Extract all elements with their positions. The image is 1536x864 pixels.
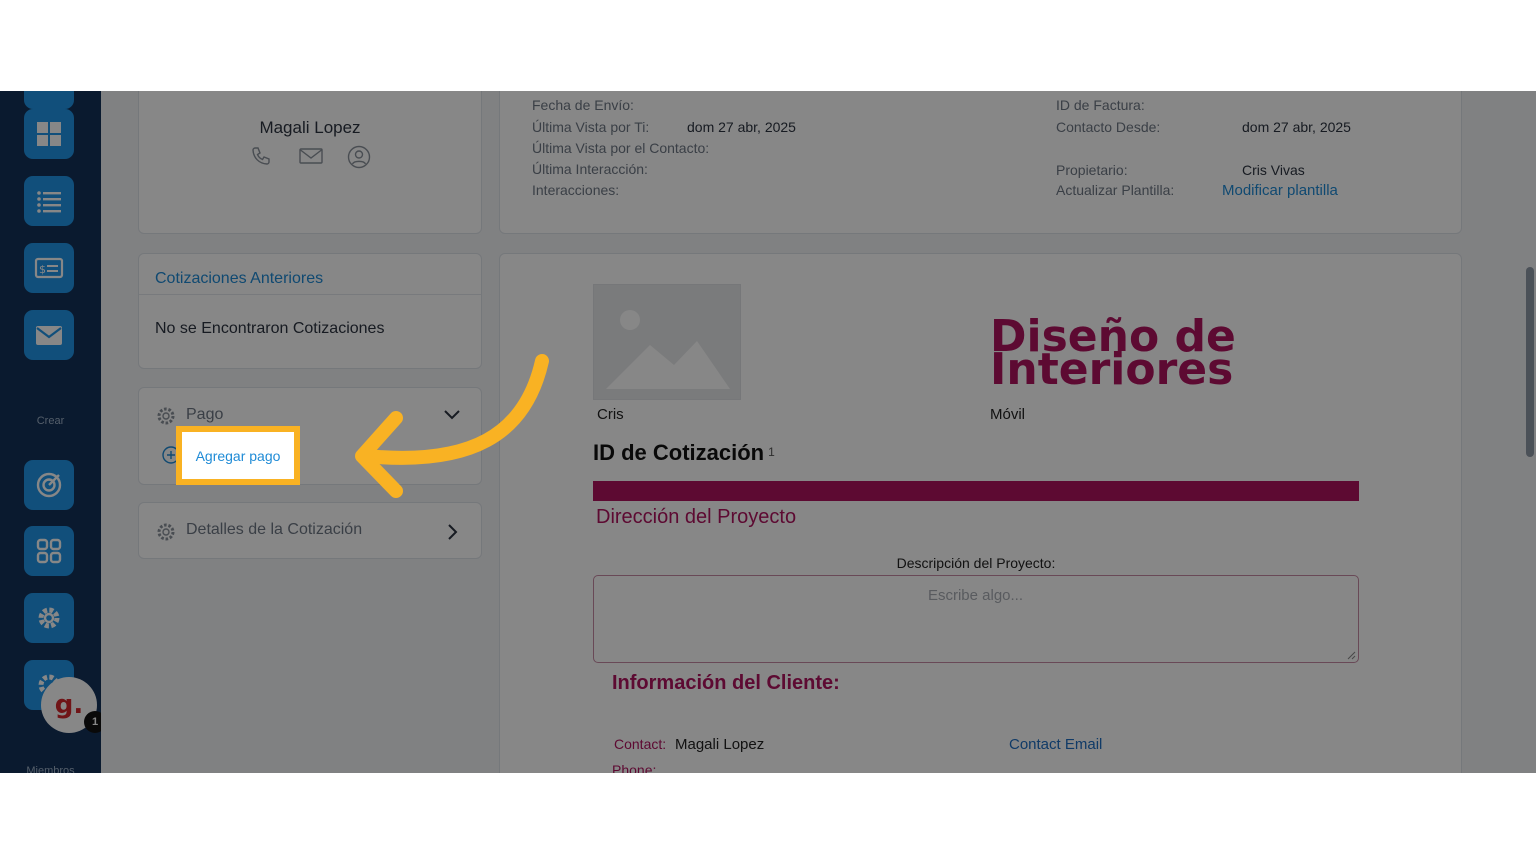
invoice-id-label: ID de Factura: xyxy=(1056,97,1145,113)
modify-template-link[interactable]: Modificar plantilla xyxy=(1222,182,1338,199)
phone-label: Phone: xyxy=(612,762,657,773)
scrollbar-thumb[interactable] xyxy=(1526,267,1534,457)
sidebar-button-invoices[interactable]: $ xyxy=(24,243,74,293)
project-description-placeholder: Escribe algo... xyxy=(927,587,1024,604)
grid-icon xyxy=(37,122,61,146)
last-interaction-label: Última Interacción: xyxy=(532,161,648,177)
sidebar: $ Crear Miembros g. 1 xyxy=(0,91,106,773)
help-avatar-letter: g. xyxy=(54,690,84,720)
contact-card: Magali Lopez xyxy=(138,91,482,234)
contact-email-field[interactable]: Contact Email xyxy=(1009,736,1102,753)
sidebar-button-dashboard[interactable] xyxy=(24,109,74,159)
annotation-arrow-icon xyxy=(355,354,549,498)
gear-icon xyxy=(157,407,175,425)
target-icon xyxy=(36,472,62,498)
project-address-title: Dirección del Proyecto xyxy=(596,506,797,528)
quote-document: Cris Diseño de Interiores Móvil ID de Co… xyxy=(499,253,1462,773)
add-payment-button[interactable]: Agregar pago xyxy=(176,426,300,485)
invoice-icon: $ xyxy=(34,257,64,279)
sent-date-label: Fecha de Envío: xyxy=(532,97,634,113)
sidebar-button-top[interactable] xyxy=(24,91,74,109)
project-description-label: Descripción del Proyecto: xyxy=(896,555,1056,571)
no-quotes-text: No se Encontraron Cotizaciones xyxy=(155,320,385,337)
apps-icon xyxy=(36,538,62,564)
notification-count: 1 xyxy=(91,716,99,728)
payment-title[interactable]: Pago xyxy=(186,406,223,424)
quote-details-card[interactable]: Detalles de la Cotización xyxy=(138,502,482,559)
project-description-input[interactable]: Escribe algo... xyxy=(593,575,1359,663)
last-viewed-by-you-value: dom 27 abr, 2025 xyxy=(687,119,796,135)
owner-label: Propietario: xyxy=(1056,162,1128,178)
last-viewed-by-contact-label: Última Vista por el Contacto: xyxy=(532,140,710,156)
chevron-right-icon[interactable] xyxy=(445,523,459,541)
last-viewed-by-you-label: Última Vista por Ti: xyxy=(532,119,650,135)
logo-title: Diseño de Interiores xyxy=(990,315,1236,395)
company-name: Cris xyxy=(597,406,624,423)
add-payment-label: Agregar pago xyxy=(195,447,281,464)
quote-details-title: Detalles de la Cotización xyxy=(186,521,363,538)
svg-text:$: $ xyxy=(39,263,46,276)
quote-id-number: 1 xyxy=(768,445,775,459)
quote-id-title: ID de Cotización 1 xyxy=(593,440,775,466)
update-template-label: Actualizar Plantilla: xyxy=(1056,182,1175,198)
owner-value: Cris Vivas xyxy=(1242,162,1305,178)
image-placeholder-icon xyxy=(606,310,730,389)
resize-handle-icon[interactable] xyxy=(1346,650,1356,660)
sidebar-button-settings[interactable] xyxy=(24,593,74,643)
user-icon[interactable] xyxy=(347,145,371,169)
gear-icon xyxy=(38,607,60,629)
contact-name: Magali Lopez xyxy=(259,118,361,137)
sidebar-button-apps[interactable] xyxy=(24,526,74,576)
phone-icon[interactable] xyxy=(250,145,272,167)
brand-bar xyxy=(593,481,1359,501)
client-info-title: Información del Cliente: xyxy=(612,672,840,694)
company-logo-placeholder[interactable] xyxy=(593,284,741,400)
main-content: Magali Lopez Fecha de Envío: Última Vist… xyxy=(101,91,1536,773)
contact-since-label: Contacto Desde: xyxy=(1056,119,1161,135)
previous-quotes-title[interactable]: Cotizaciones Anteriores xyxy=(155,270,323,288)
list-icon xyxy=(37,191,61,213)
contact-label: Contact: xyxy=(614,736,667,752)
logo-line-2: Interiores xyxy=(990,344,1234,395)
sidebar-button-email[interactable] xyxy=(24,310,74,360)
mobile-label: Móvil xyxy=(990,406,1026,423)
sidebar-button-target[interactable] xyxy=(24,460,74,510)
interactions-label: Interacciones: xyxy=(532,182,620,198)
sidebar-button-list[interactable] xyxy=(24,176,74,226)
app-frame: $ Crear Miembros g. 1 Magali Lopez Fecha… xyxy=(0,91,1536,773)
quote-info-card: Fecha de Envío: Última Vista por Ti: dom… xyxy=(499,91,1462,234)
contact-value: Magali Lopez xyxy=(675,736,765,753)
gear-icon xyxy=(157,523,175,541)
envelope-icon[interactable] xyxy=(299,147,323,165)
mail-icon xyxy=(36,326,62,345)
sidebar-create-label: Crear xyxy=(36,415,65,427)
quote-id-label: ID de Cotización xyxy=(593,440,765,465)
contact-since-value: dom 27 abr, 2025 xyxy=(1242,119,1351,135)
divider xyxy=(139,294,481,295)
sidebar-members-label: Miembros xyxy=(26,765,75,773)
